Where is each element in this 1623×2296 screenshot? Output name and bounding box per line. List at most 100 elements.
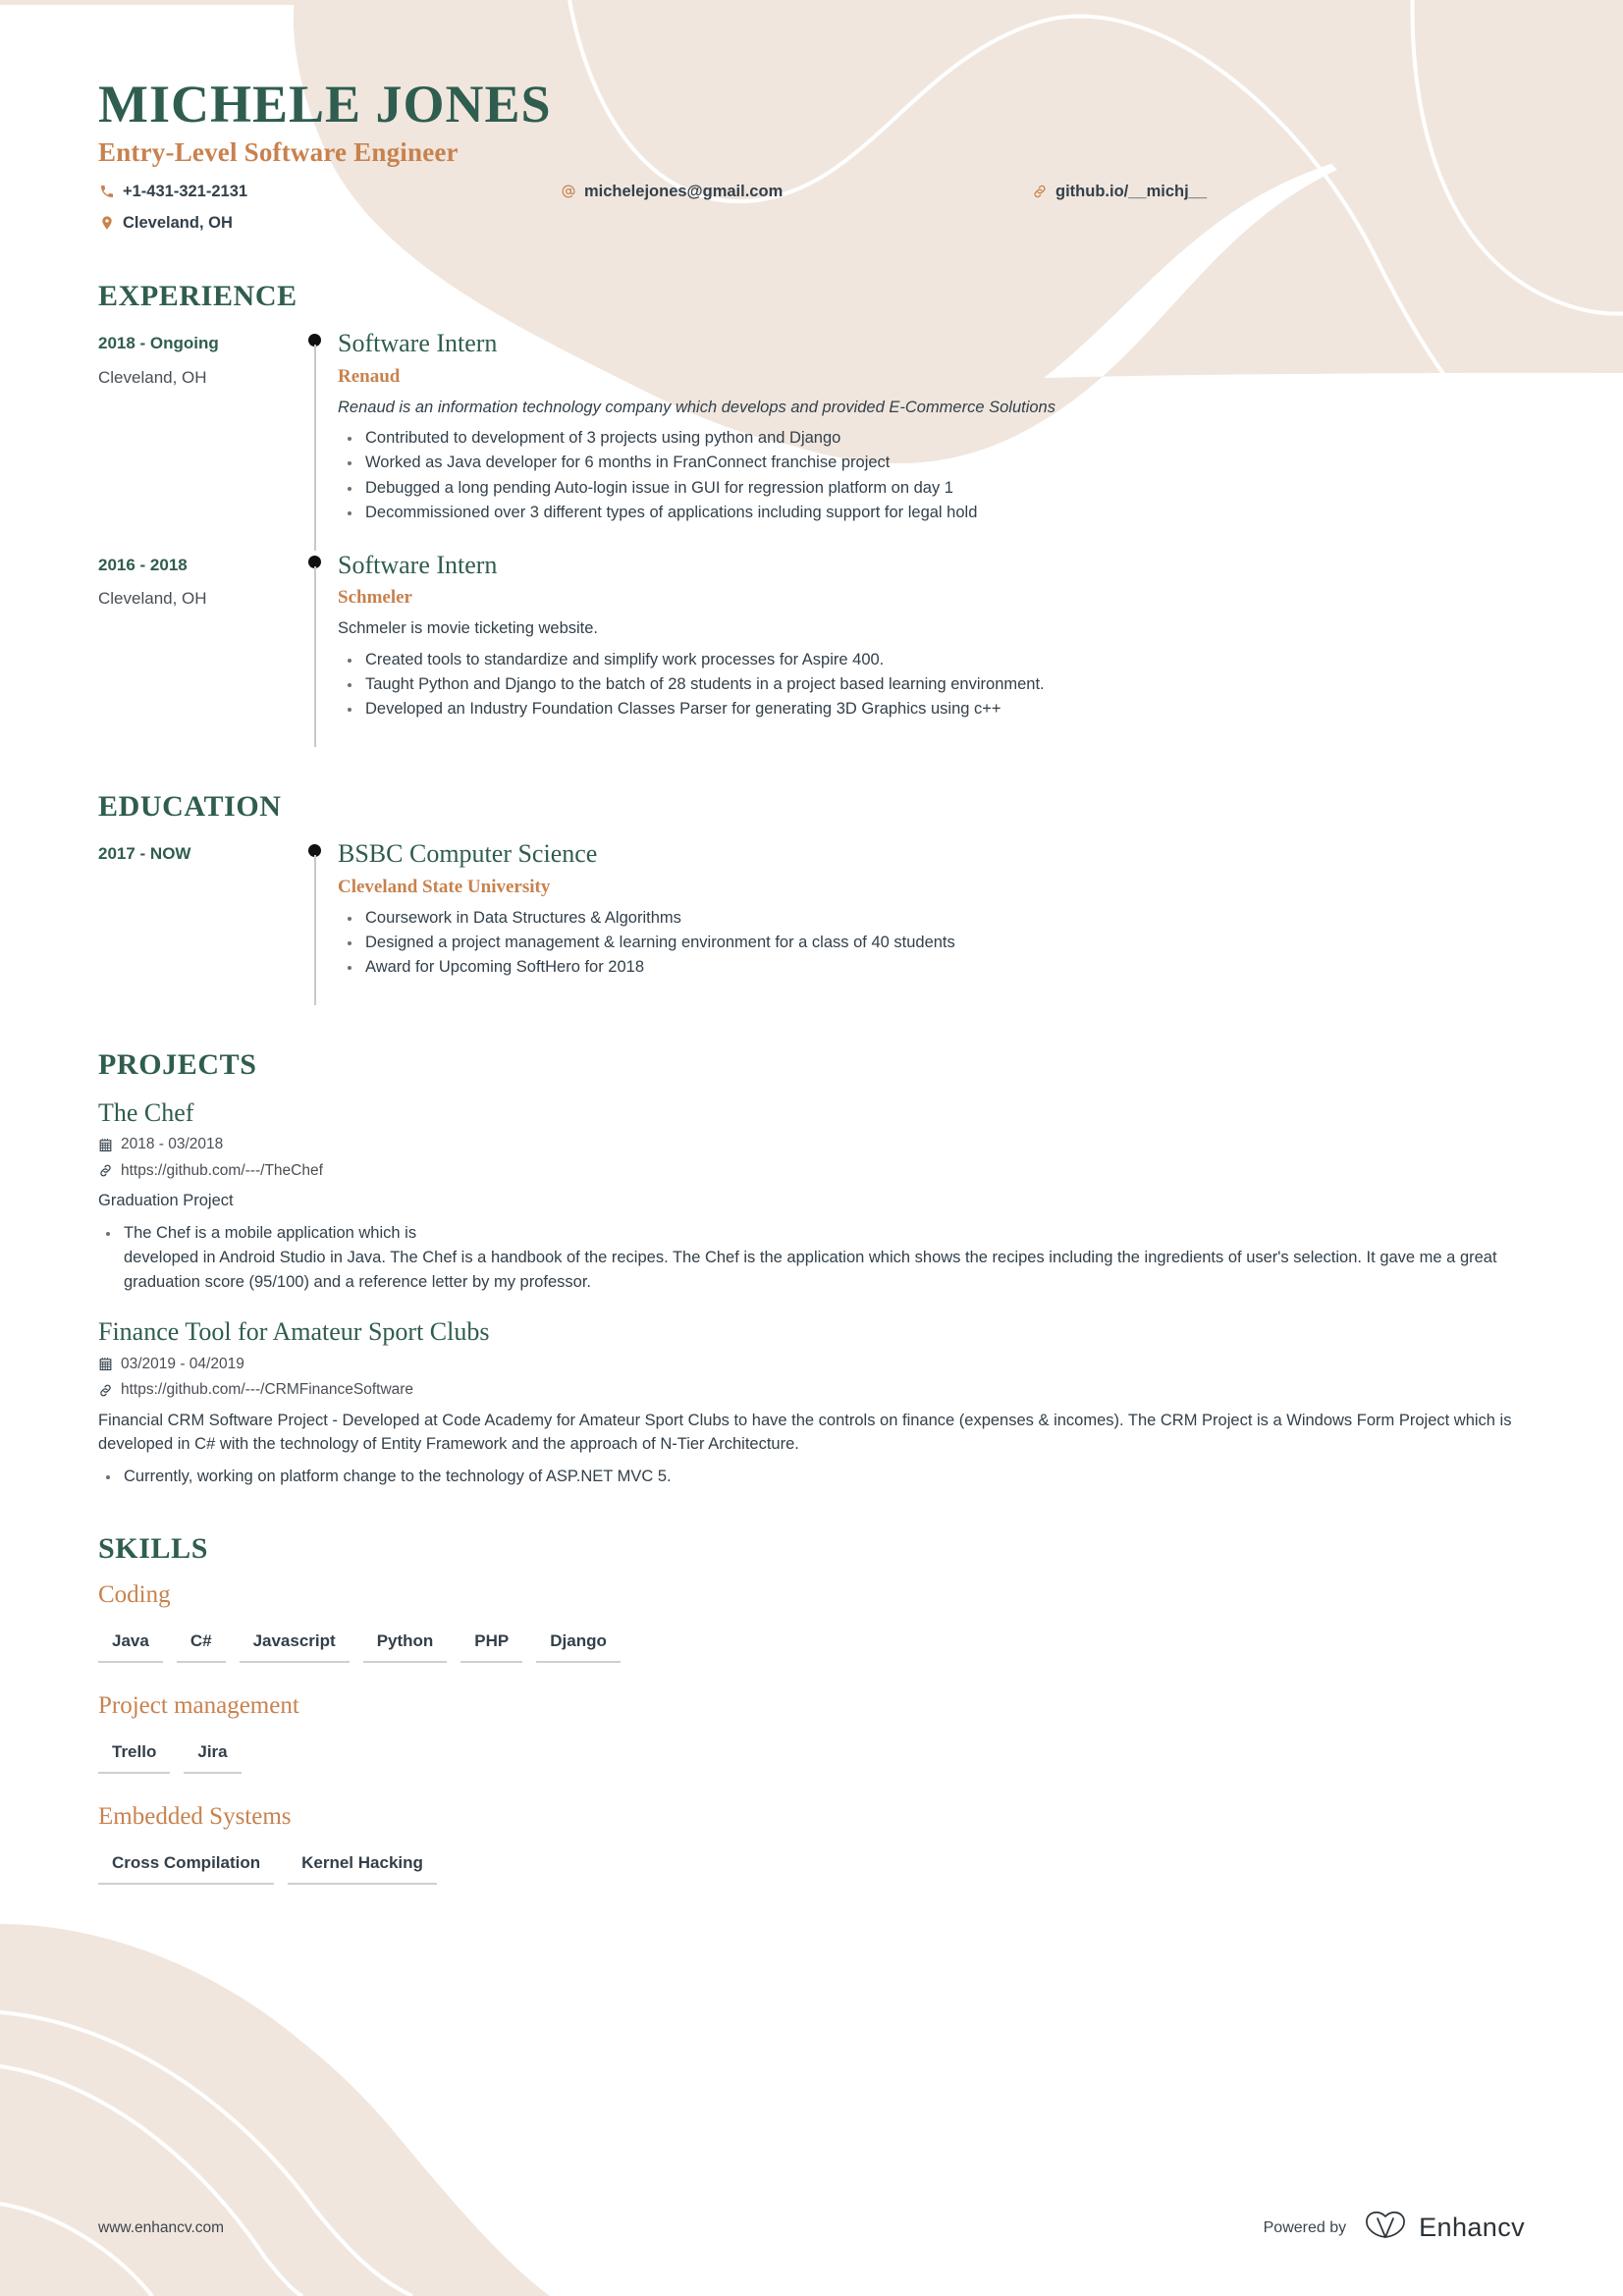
section-title-education: EDUCATION (98, 790, 282, 823)
project-title: Finance Tool for Amateur Sport Clubs (98, 1317, 490, 1347)
timeline-rail (295, 551, 338, 747)
entry-summary: Schmeler is movie ticketing website. (338, 619, 599, 638)
entry-organization: Renaud (338, 365, 401, 387)
timeline-rail (295, 329, 338, 551)
section-experience: EXPERIENCE 2018 - Ongoing Cleveland, OH So… (98, 280, 1525, 747)
section-title-projects: PROJECTS (98, 1047, 257, 1081)
timeline-entry: 2018 - Ongoing Cleveland, OH Software Inte… (98, 329, 1525, 551)
project-entry: Finance Tool for Amateur Sport Clubs 03/2… (98, 1316, 1525, 1488)
skill-chip-row: Trello Jira (98, 1741, 1525, 1774)
bullet-item: Designed a project management & learning… (338, 931, 1525, 955)
bullet-item: Contributed to development of 3 projects… (338, 426, 1525, 451)
entry-location: Cleveland, OH (98, 367, 207, 387)
skill-chip[interactable]: Cross Compilation (98, 1852, 275, 1886)
skill-category: Embedded Systems Cross Compilation Kernel … (98, 1802, 1525, 1886)
experience-entries: 2018 - Ongoing Cleveland, OH Software Inte… (98, 329, 1525, 747)
bullet-item: Decommissioned over 3 different types of… (338, 501, 1525, 525)
project-entries: The Chef 2018 - 03/2018 https://github.com… (98, 1097, 1525, 1489)
entry-organization: Cleveland State University (338, 876, 551, 897)
link-icon (1031, 184, 1048, 200)
project-description: Financial CRM Software Project - Develop… (98, 1411, 1512, 1453)
timeline-rail (295, 839, 338, 1005)
bullet-list: Contributed to development of 3 projects… (338, 426, 1525, 524)
bullet-item: Created tools to standardize and simplif… (338, 648, 1525, 672)
contact-email-value: michelejones@gmail.com (584, 182, 784, 200)
bullet-item: Debugged a long pending Auto-login issue… (338, 476, 1525, 501)
timeline-line (314, 345, 316, 551)
skill-chip[interactable]: Python (362, 1630, 448, 1663)
bullet-item: Developed an Industry Foundation Classes… (338, 697, 1525, 721)
entry-body: Software Intern Renaud Renaud is an inform… (338, 329, 1525, 550)
project-link-value: https://github.com/---/CRMFinanceSoftwar… (121, 1381, 414, 1399)
contact-email[interactable]: michelejones@gmail.com (560, 178, 1031, 205)
education-entries: 2017 - NOW BSBC Computer Science Cleveland… (98, 839, 1525, 1005)
skill-category-name: Project management (98, 1691, 299, 1719)
section-projects: PROJECTS The Chef 2018 - 03/2018 https://g… (98, 1048, 1525, 1489)
map-pin-icon (98, 215, 115, 232)
contact-location[interactable]: Cleveland, OH (98, 209, 560, 237)
skill-category-name: Coding (98, 1580, 171, 1608)
footer-url[interactable]: www.enhancv.com (98, 2219, 224, 2237)
job-title: Entry-Level Software Engineer (98, 137, 459, 168)
project-link[interactable]: https://github.com/---/CRMFinanceSoftwar… (98, 1381, 1525, 1400)
skill-chip[interactable]: Jira (184, 1741, 242, 1774)
section-title-skills: SKILLS (98, 1531, 208, 1565)
skill-chip[interactable]: Java (98, 1630, 163, 1663)
bullet-list: The Chef is a mobile application which i… (98, 1221, 1525, 1295)
skill-chip[interactable]: C# (176, 1630, 226, 1663)
timeline-meta: 2017 - NOW (98, 839, 295, 1005)
skill-chip[interactable]: Django (536, 1630, 621, 1663)
bullet-item: Currently, working on platform change to… (98, 1465, 1525, 1489)
entry-role: BSBC Computer Science (338, 839, 598, 868)
enhancv-brand-name: Enhancv (1419, 2213, 1525, 2242)
resume-content: MICHELE JONES Entry-Level Software Engin… (0, 0, 1623, 1886)
project-date: 03/2019 - 04/2019 (98, 1356, 1525, 1374)
skill-chip[interactable]: PHP (460, 1630, 523, 1663)
project-link[interactable]: https://github.com/---/TheChef (98, 1162, 1525, 1181)
bullet-item: Award for Upcoming SoftHero for 2018 (338, 955, 1525, 980)
contact-phone-value: +1-431-321-2131 (123, 182, 248, 200)
bullet-item: Worked as Java developer for 6 months in… (338, 451, 1525, 475)
skill-chip[interactable]: Kernel Hacking (288, 1852, 437, 1886)
bullet-list: Coursework in Data Structures & Algorith… (338, 906, 1525, 980)
page-title: MICHELE JONES (98, 75, 552, 133)
footer-brand: Powered by Enhancv (1264, 2211, 1525, 2245)
project-date-value: 03/2019 - 04/2019 (121, 1355, 244, 1372)
skill-chip-row: Cross Compilation Kernel Hacking (98, 1852, 1525, 1886)
entry-date: 2017 - NOW (98, 844, 191, 863)
section-title-experience: EXPERIENCE (98, 280, 298, 313)
contact-info: +1-431-321-2131 michelejones@gmail.com g… (98, 178, 1525, 237)
project-description: Graduation Project (98, 1192, 234, 1210)
entry-role: Software Intern (338, 329, 498, 358)
section-skills: SKILLS Coding Java C# Javascript Python PHP Dj… (98, 1531, 1525, 1886)
contact-website[interactable]: github.io/__michj__ (1031, 178, 1424, 205)
section-education: EDUCATION 2017 - NOW BSBC Computer Scienc… (98, 790, 1525, 1005)
entry-location: Cleveland, OH (98, 589, 207, 609)
link-icon (98, 1383, 113, 1398)
timeline-meta: 2016 - 2018 Cleveland, OH (98, 551, 295, 747)
skill-category: Project management Trello Jira (98, 1692, 1525, 1774)
contact-website-value: github.io/__michj__ (1055, 182, 1208, 200)
bullet-item: Coursework in Data Structures & Algorith… (338, 906, 1525, 931)
entry-body: BSBC Computer Science Cleveland State Uni… (338, 839, 1525, 1005)
entry-organization: Schmeler (338, 587, 412, 609)
entry-date: 2018 - Ongoing (98, 334, 219, 353)
skill-chip[interactable]: Trello (98, 1741, 171, 1774)
bullet-item: Taught Python and Django to the batch of… (338, 672, 1525, 697)
project-link-value: https://github.com/---/TheChef (121, 1161, 323, 1179)
timeline-entry: 2016 - 2018 Cleveland, OH Software Intern S… (98, 551, 1525, 747)
skill-chip[interactable]: Javascript (239, 1630, 350, 1663)
skill-category-name: Embedded Systems (98, 1802, 292, 1830)
powered-by-label: Powered by (1263, 2218, 1347, 2236)
skill-categories: Coding Java C# Javascript Python PHP Django Pro… (98, 1580, 1525, 1886)
link-icon (98, 1163, 113, 1178)
entry-date: 2016 - 2018 (98, 555, 188, 574)
enhancv-brand[interactable]: Enhancv (1364, 2211, 1525, 2245)
project-entry: The Chef 2018 - 03/2018 https://github.com… (98, 1097, 1525, 1296)
timeline-line (314, 855, 316, 1005)
project-date: 2018 - 03/2018 (98, 1136, 1525, 1154)
enhancv-logo-icon (1364, 2211, 1409, 2245)
resume-header: MICHELE JONES Entry-Level Software Engin… (98, 0, 1525, 237)
contact-phone[interactable]: +1-431-321-2131 (98, 178, 560, 205)
timeline-line (314, 565, 316, 747)
